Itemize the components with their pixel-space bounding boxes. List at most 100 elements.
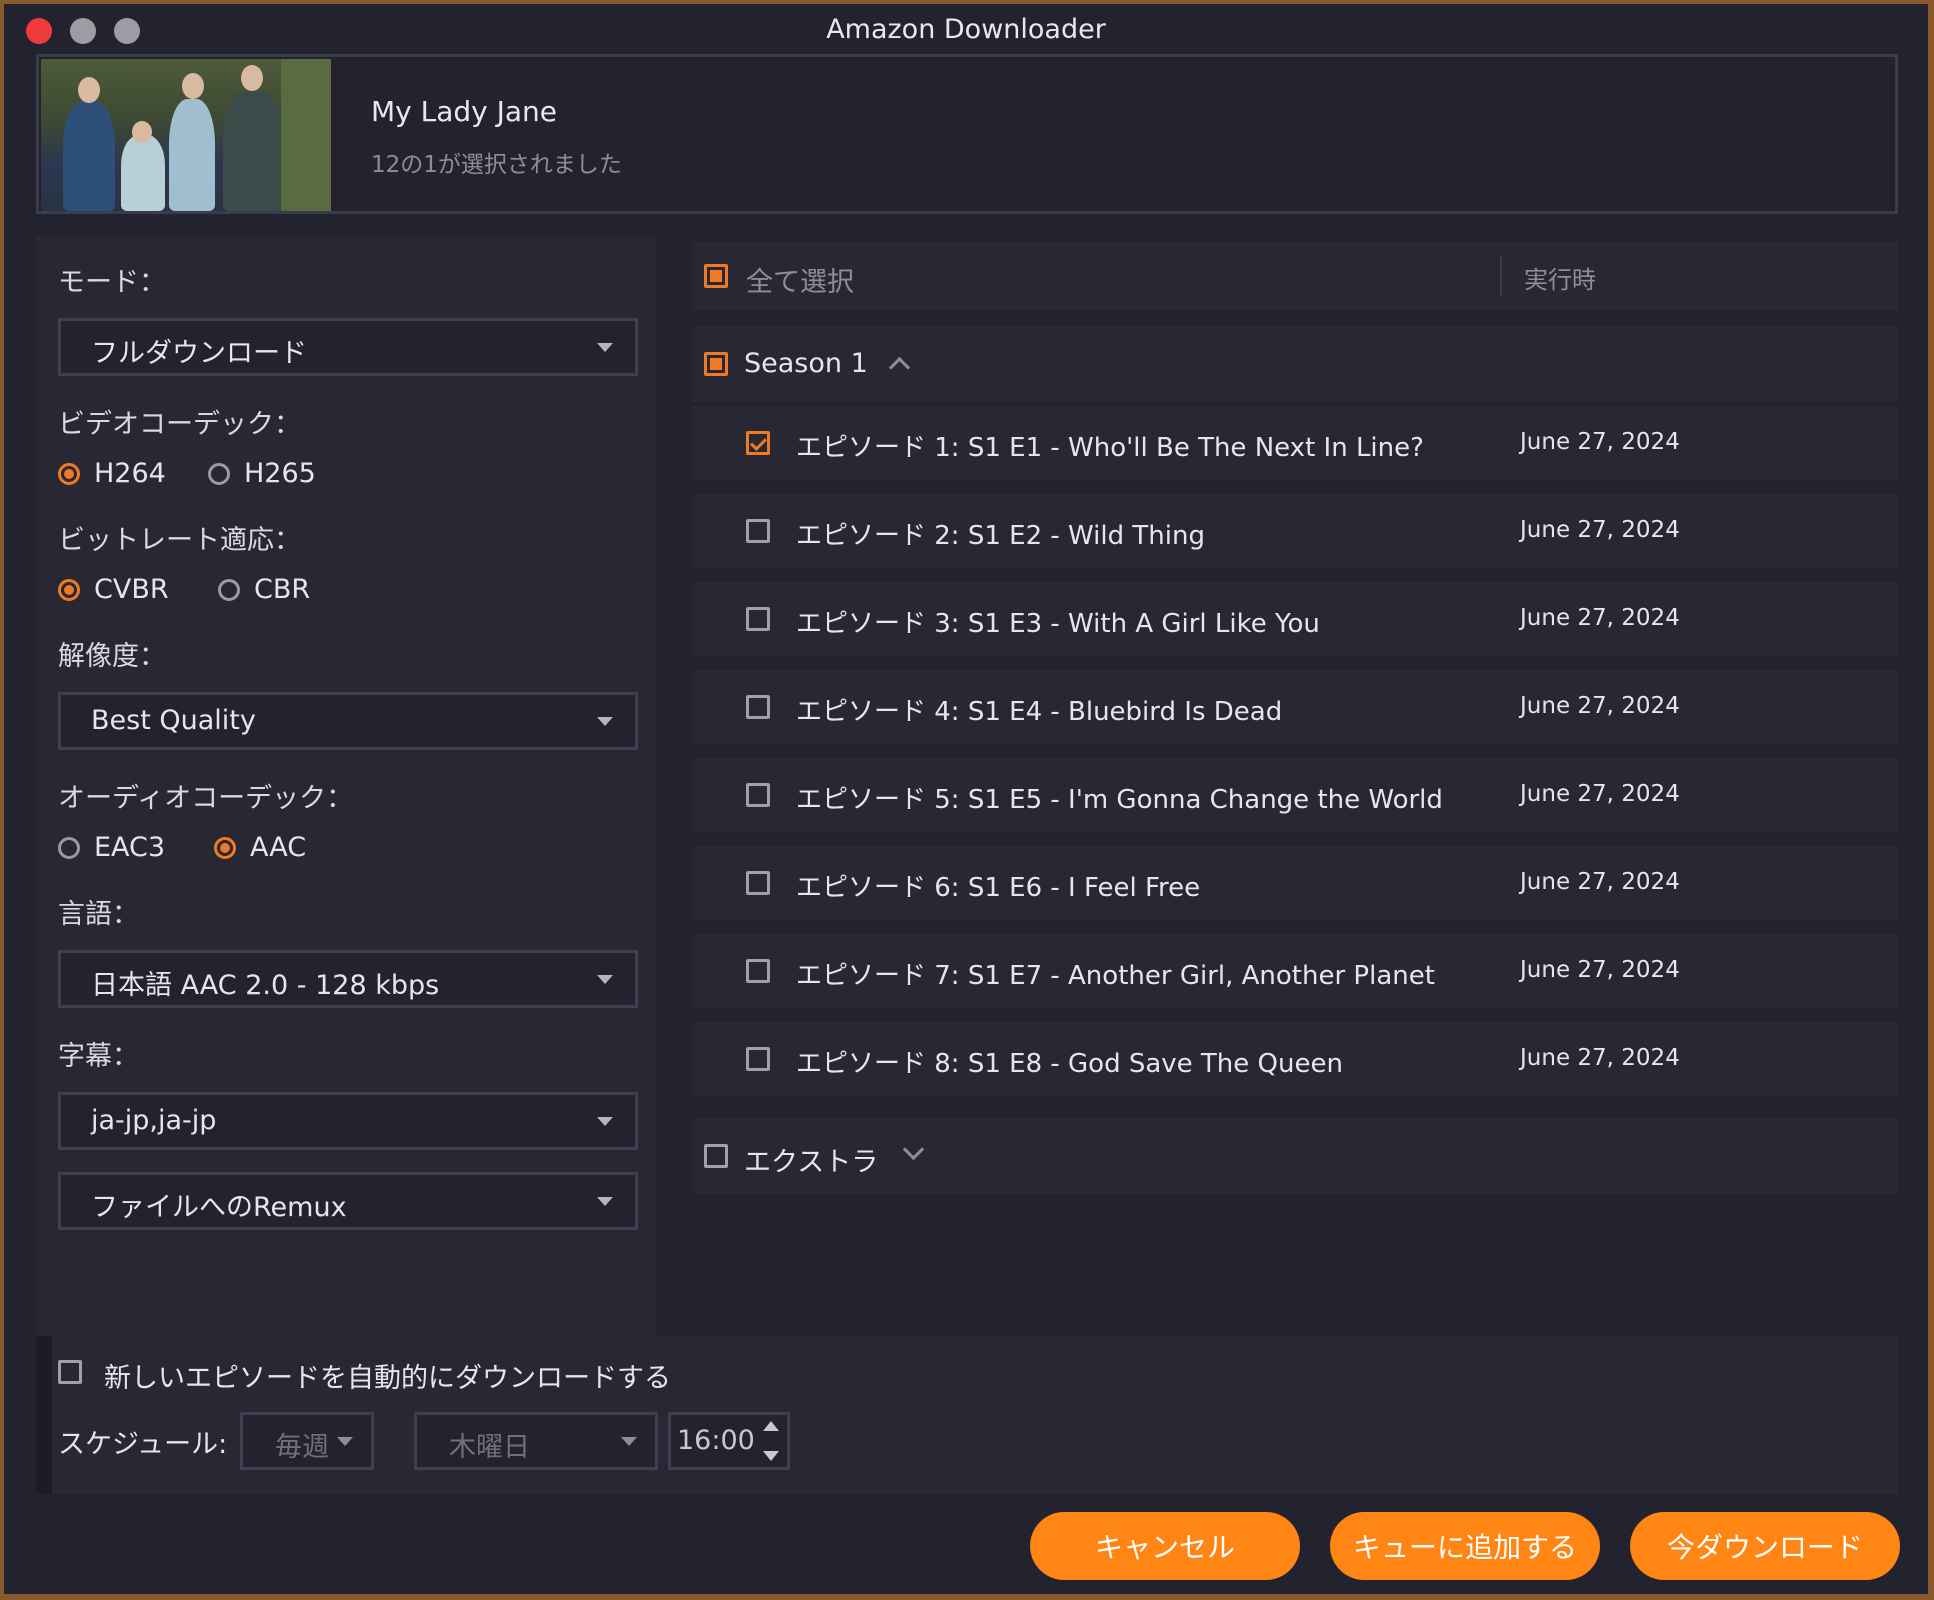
subtitle-dropdown[interactable]: ja-jp,ja-jp [58,1092,638,1150]
episode-date: June 27, 2024 [1520,517,1680,543]
episode-title: エピソード 7: S1 E7 - Another Girl, Another P… [796,961,1435,991]
language-dropdown[interactable]: 日本語 AAC 2.0 - 128 kbps [58,950,638,1008]
language-label: 言語： [58,899,139,930]
download-now-button[interactable]: 今ダウンロード [1630,1512,1900,1580]
list-header: 全て選択 実行時 [692,242,1898,310]
episode-checkbox[interactable] [746,1047,770,1071]
bitrate-label: ビットレート適応： [58,525,301,556]
episode-date: June 27, 2024 [1520,429,1680,455]
caret-down-icon [337,1437,353,1446]
auto-download-checkbox[interactable] [58,1360,82,1384]
episode-title: エピソード 3: S1 E3 - With A Girl Like You [796,609,1320,639]
column-divider [1500,256,1502,296]
episode-title: エピソード 1: S1 E1 - Who'll Be The Next In L… [796,433,1424,463]
mode-label: モード： [58,267,166,298]
selection-status: 12の1が選択されました [371,152,622,178]
window-title: Amazon Downloader [826,14,1106,45]
episode-date: June 27, 2024 [1520,781,1680,807]
title-bar: Amazon Downloader [4,4,1928,54]
episode-title: エピソード 6: S1 E6 - I Feel Free [796,873,1201,903]
extras-row[interactable]: エクストラ [692,1118,1898,1194]
show-poster-image [41,59,331,211]
caret-down-icon [597,975,613,984]
remux-dropdown[interactable]: ファイルへのRemux [58,1172,638,1230]
mode-dropdown[interactable]: フルダウンロード [58,318,638,376]
episode-date: June 27, 2024 [1520,605,1680,631]
radio-unselected-icon [58,836,80,859]
runtime-header: 実行時 [1524,266,1596,294]
episode-checkbox[interactable] [746,783,770,807]
episode-row[interactable]: エピソード 5: S1 E5 - I'm Gonna Change the Wo… [692,758,1898,832]
episode-checkbox[interactable] [746,519,770,543]
episode-date: June 27, 2024 [1520,693,1680,719]
show-header: My Lady Jane 12の1が選択されました [36,54,1898,214]
caret-down-icon [621,1437,637,1446]
episode-date: June 27, 2024 [1520,1045,1680,1071]
time-value: 16:00 [677,1425,755,1456]
schedule-label: スケジュール: [58,1429,228,1460]
auto-download-label[interactable]: 新しいエピソードを自動的にダウンロードする [104,1356,671,1395]
resolution-value: Best Quality [91,705,256,736]
subtitle-label: 字幕： [58,1041,139,1072]
episode-row[interactable]: エピソード 3: S1 E3 - With A Girl Like You Jun… [692,582,1898,656]
radio-cbr[interactable]: CBR [218,574,310,605]
show-title: My Lady Jane [371,95,558,128]
radio-aac[interactable]: AAC [214,832,306,863]
episode-row[interactable]: エピソード 4: S1 E4 - Bluebird Is Dead June 27… [692,670,1898,744]
day-value: 木曜日 [449,1432,530,1463]
season-checkbox[interactable] [704,352,728,376]
arrow-up-icon[interactable] [763,1421,779,1431]
episode-checkbox[interactable] [746,431,770,455]
episode-checkbox[interactable] [746,959,770,983]
time-stepper[interactable]: 16:00 [668,1412,790,1470]
subtitle-value: ja-jp,ja-jp [91,1105,217,1136]
episode-title: エピソード 8: S1 E8 - God Save The Queen [796,1049,1343,1079]
episode-row[interactable]: エピソード 1: S1 E1 - Who'll Be The Next In L… [692,406,1898,480]
radio-eac3[interactable]: EAC3 [58,832,165,863]
chevron-down-icon[interactable] [902,1138,925,1161]
settings-panel: モード： フルダウンロード ビデオコーデック： H264 H265 ビットレート… [36,236,656,1336]
chevron-up-icon[interactable] [888,356,911,379]
episode-date: June 27, 2024 [1520,957,1680,983]
radio-cvbr[interactable]: CVBR [58,574,169,605]
episode-row[interactable]: エピソード 6: S1 E6 - I Feel Free June 27, 202… [692,846,1898,920]
radio-selected-icon [214,836,236,859]
arrow-down-icon[interactable] [763,1451,779,1461]
select-all-checkbox[interactable] [704,264,728,288]
video-codec-label: ビデオコーデック： [58,409,301,440]
frequency-value: 毎週 [275,1432,329,1463]
language-value: 日本語 AAC 2.0 - 128 kbps [91,970,440,1001]
episode-row[interactable]: エピソード 2: S1 E2 - Wild Thing June 27, 2024 [692,494,1898,568]
extras-checkbox[interactable] [704,1144,728,1168]
audio-codec-label: オーディオコーデック： [58,783,354,814]
season-label: Season 1 [744,348,868,379]
episode-title: エピソード 2: S1 E2 - Wild Thing [796,521,1205,551]
cancel-button[interactable]: キャンセル [1030,1512,1300,1580]
radio-h264[interactable]: H264 [58,458,166,489]
caret-down-icon [597,343,613,352]
episode-checkbox[interactable] [746,871,770,895]
remux-value: ファイルへのRemux [91,1192,347,1223]
episode-list-panel: 全て選択 実行時 Season 1 エピソード 1: S1 E1 - Who'l… [692,236,1898,1336]
schedule-area: 新しいエピソードを自動的にダウンロードする スケジュール: 毎週 木曜日 16:… [36,1336,1898,1494]
episode-title: エピソード 5: S1 E5 - I'm Gonna Change the Wo… [796,785,1443,815]
episode-date: June 27, 2024 [1520,869,1680,895]
caret-down-icon [597,1197,613,1206]
frequency-dropdown[interactable]: 毎週 [240,1412,374,1470]
caret-down-icon [597,717,613,726]
select-all-label[interactable]: 全て選択 [746,260,854,299]
app-window: Amazon Downloader My Lady Jane 12の1が選択され… [4,4,1928,1594]
day-dropdown[interactable]: 木曜日 [414,1412,658,1470]
radio-h265[interactable]: H265 [208,458,316,489]
resolution-dropdown[interactable]: Best Quality [58,692,638,750]
episode-row[interactable]: エピソード 8: S1 E8 - God Save The Queen June … [692,1022,1898,1096]
radio-selected-icon [58,462,80,485]
episode-row[interactable]: エピソード 7: S1 E7 - Another Girl, Another P… [692,934,1898,1008]
extras-label: エクストラ [744,1147,879,1178]
episode-checkbox[interactable] [746,695,770,719]
caret-down-icon [597,1117,613,1126]
add-to-queue-button[interactable]: キューに追加する [1330,1512,1600,1580]
episode-checkbox[interactable] [746,607,770,631]
mode-value: フルダウンロード [91,338,307,369]
season-row[interactable]: Season 1 [692,326,1898,402]
